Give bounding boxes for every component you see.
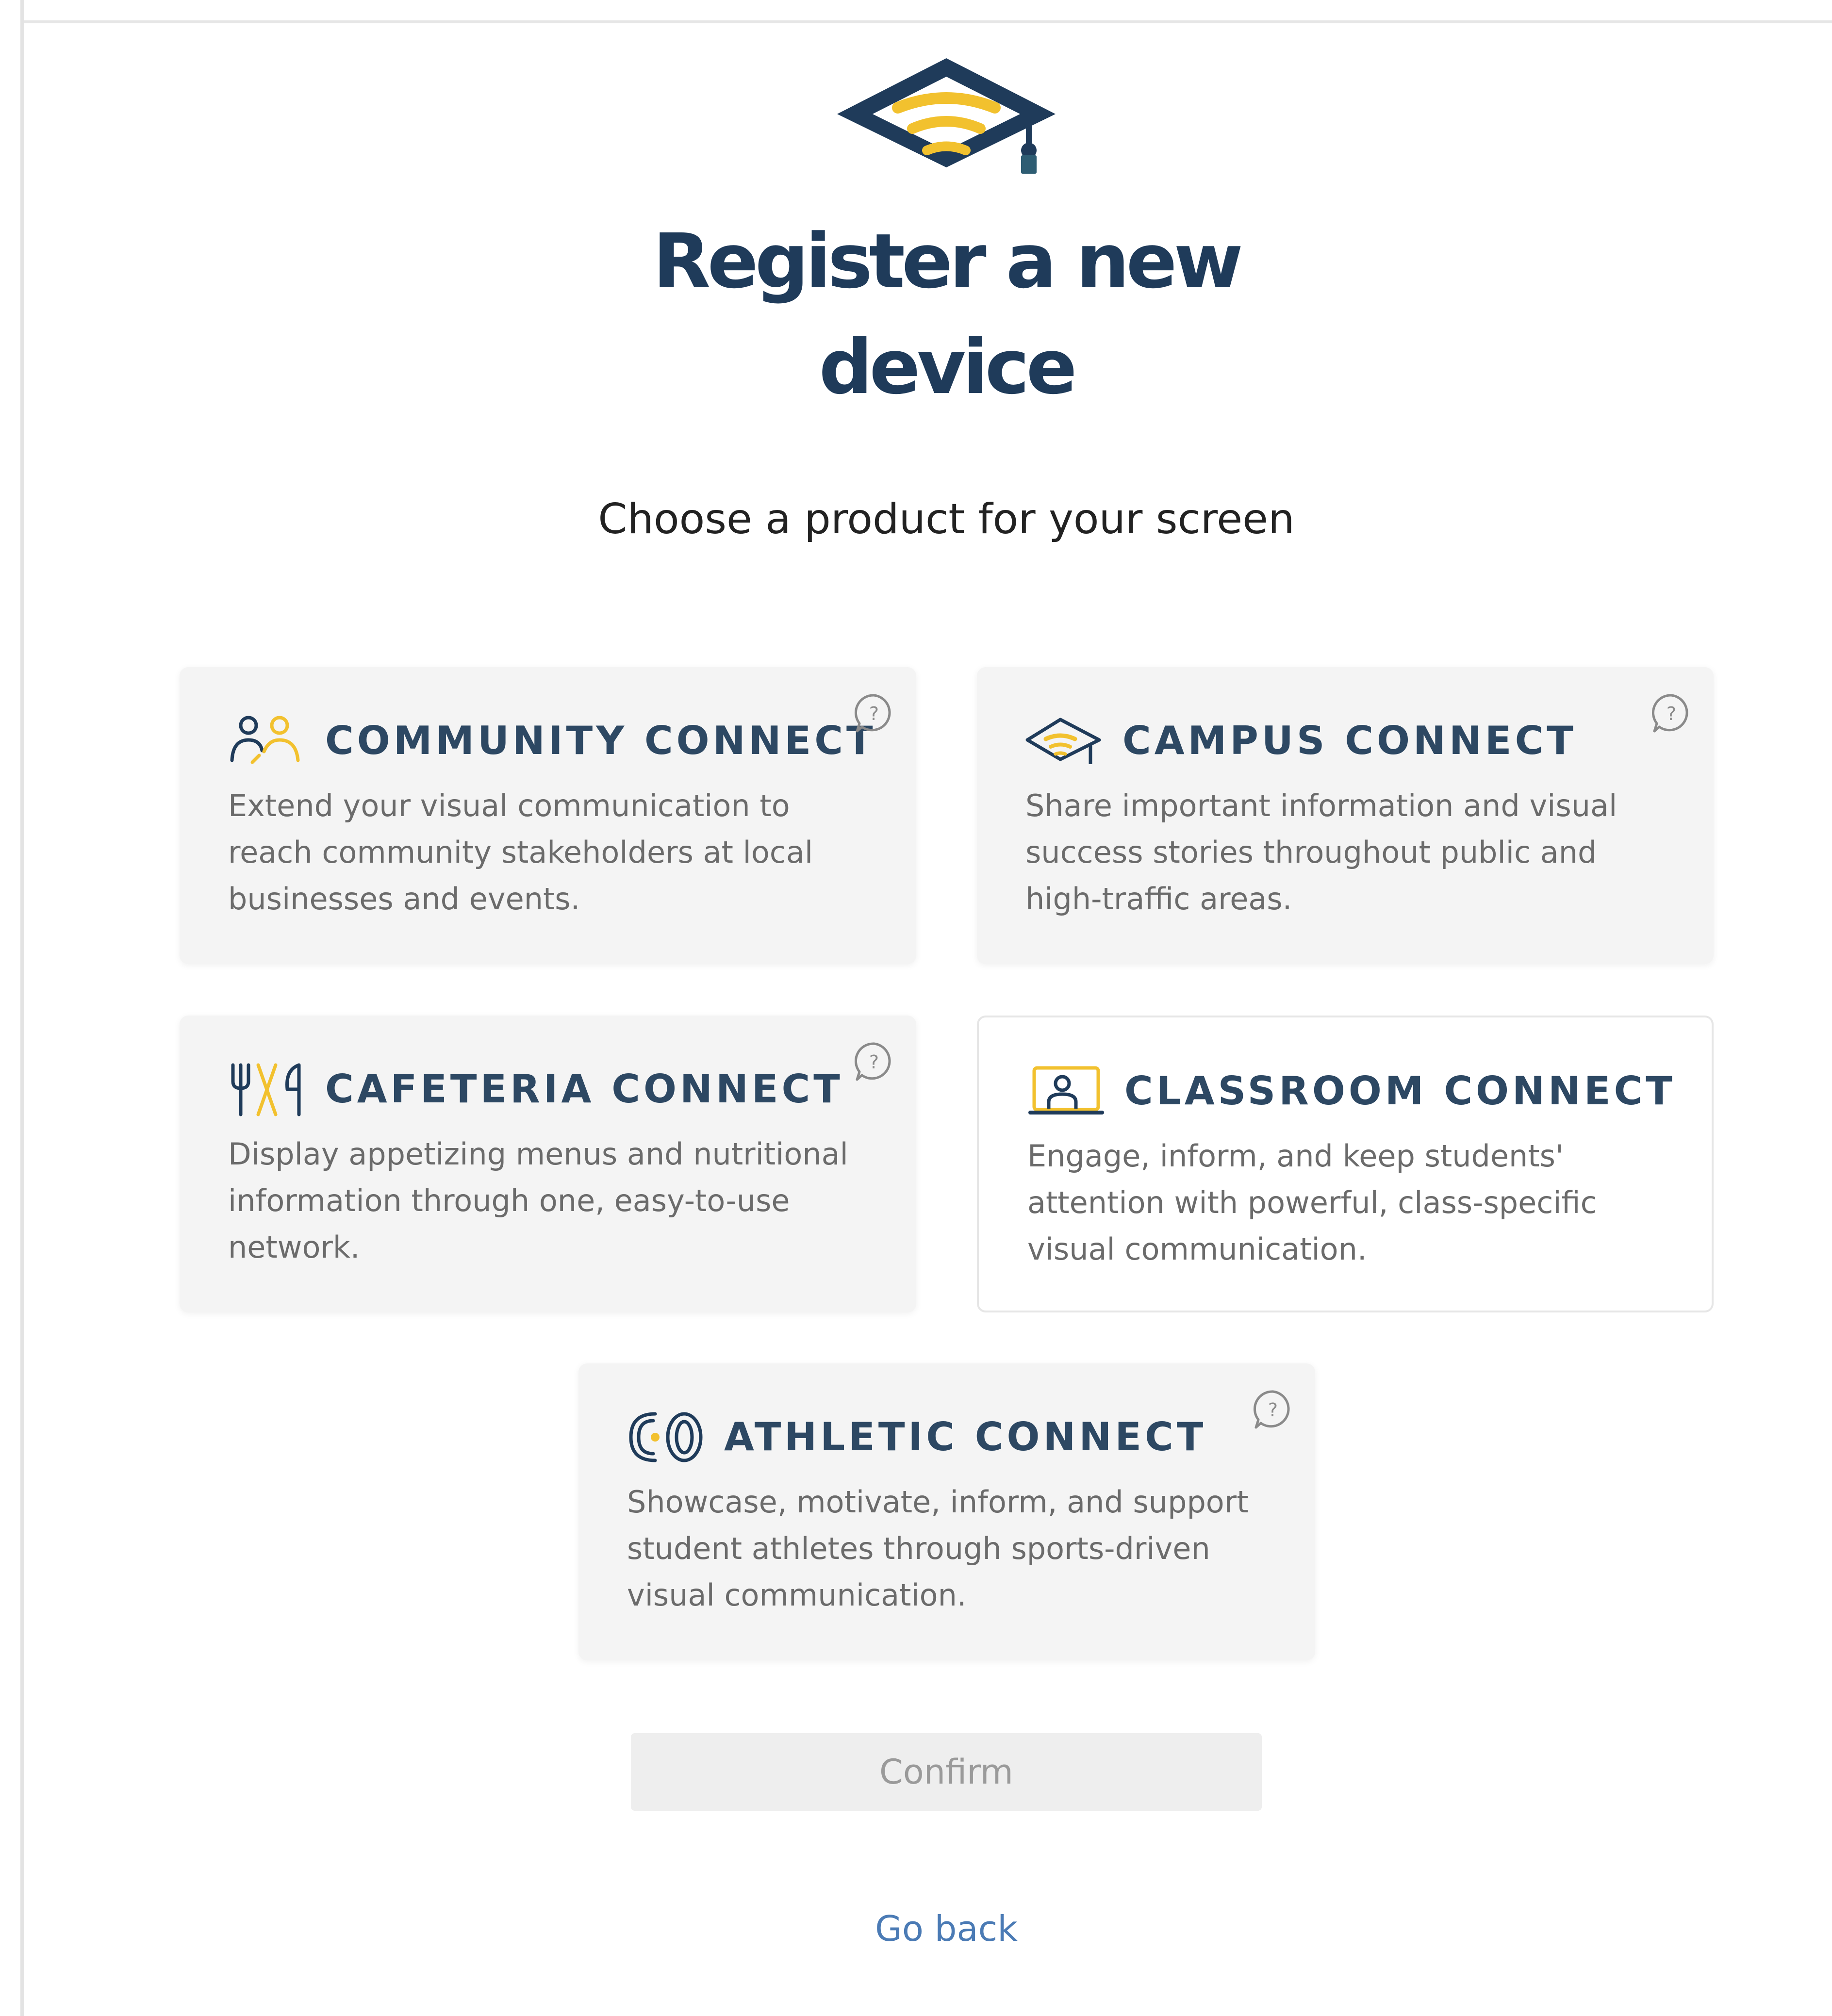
card-description: Share important information and visual s… [1025,788,1617,917]
product-card-community-connect[interactable]: COMMUNITY CONNECT Extend your visual com… [180,667,916,964]
svg-text:?: ? [869,1051,879,1073]
card-description: Extend your visual communication to reac… [228,788,813,917]
help-icon[interactable]: ? [853,1041,895,1082]
card-description: Display appetizing menus and nutritional… [228,1136,848,1265]
product-card-classroom-connect[interactable]: CLASSROOM CONNECT Engage, inform, and ke… [977,1016,1714,1312]
card-title: ATHLETIC CONNECT [724,1414,1207,1459]
graduation-cap-signal-icon [835,53,1058,180]
people-icon [228,712,306,770]
page-left-edge [0,0,24,2016]
utensils-icon [228,1060,306,1118]
product-card-cafeteria-connect[interactable]: CAFETERIA CONNECT Display appetizing men… [180,1016,916,1312]
presenter-screen-icon [1027,1062,1105,1120]
card-title: COMMUNITY CONNECT [325,718,876,763]
help-icon[interactable]: ? [1252,1389,1294,1430]
page-top-edge [0,0,1832,23]
card-description: Showcase, motivate, inform, and support … [627,1484,1249,1613]
confirm-button[interactable]: Confirm [631,1733,1262,1811]
stadium-track-icon [627,1408,705,1466]
svg-text:?: ? [1667,703,1676,724]
page-subtitle: Choose a product for your screen [598,495,1295,543]
card-title: CAMPUS CONNECT [1122,718,1577,763]
page-title: Register a new device [653,217,1243,411]
product-card-campus-connect[interactable]: CAMPUS CONNECT Share important informati… [977,667,1714,964]
svg-text:?: ? [1268,1399,1278,1421]
card-description: Engage, inform, and keep students' atten… [1027,1138,1597,1267]
help-icon[interactable]: ? [853,692,895,734]
go-back-link[interactable]: Go back [776,1902,1116,1955]
card-title: CAFETERIA CONNECT [325,1066,843,1112]
card-title: CLASSROOM CONNECT [1124,1068,1676,1114]
help-icon[interactable]: ? [1650,692,1692,734]
graduation-cap-icon [1025,712,1103,770]
product-card-athletic-connect[interactable]: ATHLETIC CONNECT Showcase, motivate, inf… [578,1363,1315,1660]
svg-text:?: ? [869,703,879,724]
